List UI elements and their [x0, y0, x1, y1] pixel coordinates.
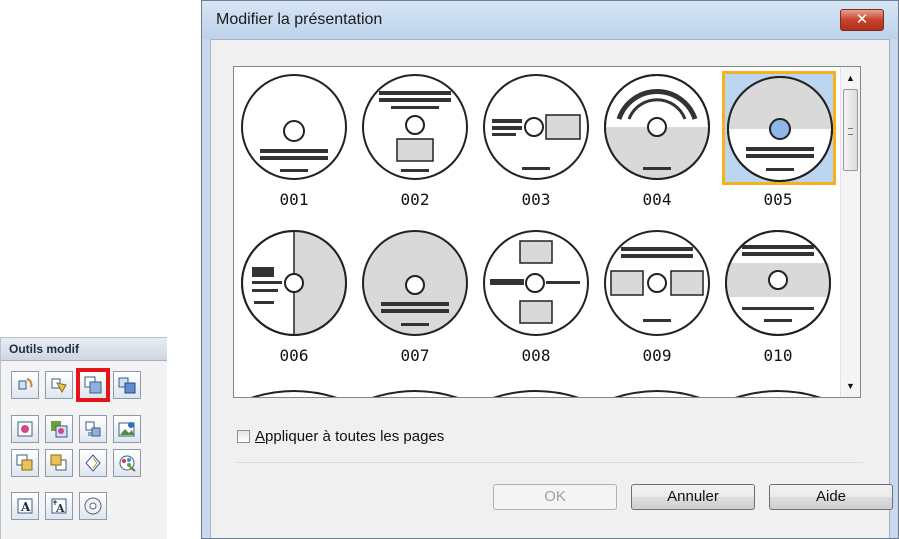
- layout-label: 003: [521, 190, 551, 209]
- scrollbar-thumb[interactable]: [843, 89, 858, 171]
- layout-item-004[interactable]: 004: [597, 67, 717, 217]
- layout-label: 008: [521, 346, 551, 365]
- image-icon[interactable]: [11, 415, 39, 443]
- scrollbar-grip-icon: [848, 128, 853, 135]
- layout-thumbnail: [724, 229, 832, 337]
- modify-layout-dialog: Modifier la présentation ✕ 001 002 003 0…: [201, 0, 899, 539]
- insert-image-icon[interactable]: [113, 415, 141, 443]
- svg-text:A: A: [20, 500, 31, 514]
- move-front-icon[interactable]: [11, 449, 39, 477]
- layout-item-003[interactable]: 003: [476, 67, 596, 217]
- disc-icon[interactable]: [79, 492, 107, 520]
- close-button[interactable]: ✕: [840, 9, 884, 31]
- palette-row-3: [11, 449, 141, 477]
- color-icon[interactable]: [113, 449, 141, 477]
- text-icon[interactable]: A: [11, 492, 39, 520]
- title-bar: Modifier la présentation ✕: [202, 1, 898, 39]
- layout-label: 004: [642, 190, 672, 209]
- layout-item-009[interactable]: 009: [597, 223, 717, 373]
- layout-label: 001: [279, 190, 309, 209]
- shape-icon[interactable]: [79, 449, 107, 477]
- layout-thumbnail: [603, 73, 711, 181]
- layout-label: 009: [642, 346, 672, 365]
- scroll-up-arrow-icon[interactable]: ▲: [841, 69, 860, 87]
- layout-item-008[interactable]: 008: [476, 223, 596, 373]
- layout-thumbnail: [240, 229, 348, 337]
- scroll-down-arrow-icon[interactable]: ▼: [841, 377, 860, 395]
- flip-tool-icon[interactable]: [45, 371, 73, 399]
- layout-label: 007: [400, 346, 430, 365]
- layout-list[interactable]: 001 002 003 004 005 006 007 008 009 010 …: [233, 66, 861, 398]
- apply-all-pages-label: Appliquer à toutes les pages: [255, 428, 445, 445]
- layout-thumbnail: [482, 229, 590, 337]
- palette-title: Outils modif: [1, 338, 167, 361]
- layout-item-010[interactable]: 010: [718, 223, 838, 373]
- vertical-text-icon[interactable]: A: [45, 492, 73, 520]
- layout-list-scrollbar[interactable]: ▲ ▼: [840, 67, 860, 397]
- layout-item-005[interactable]: 005: [718, 67, 838, 217]
- edit-tools-palette: Outils modif A A: [0, 337, 167, 539]
- svg-text:A: A: [55, 502, 65, 515]
- layout-label: 005: [763, 190, 793, 209]
- layout-thumbnail: [603, 229, 711, 337]
- change-layout-icon[interactable]: [76, 368, 110, 402]
- layout-item-006[interactable]: 006: [234, 223, 354, 373]
- layout-thumbnail: [361, 73, 469, 181]
- background-icon[interactable]: [45, 415, 73, 443]
- layout-thumbnail: [361, 229, 469, 337]
- layout-row-partial: [251, 390, 821, 397]
- separator: [235, 462, 863, 463]
- arrange-icon[interactable]: [79, 415, 107, 443]
- ok-button[interactable]: OK: [493, 484, 617, 510]
- dialog-body: 001 002 003 004 005 006 007 008 009 010 …: [210, 39, 893, 538]
- layout-front-icon[interactable]: [113, 371, 141, 399]
- rotate-tool-icon[interactable]: [11, 371, 39, 399]
- layout-thumbnail: [482, 73, 590, 181]
- layout-label: 006: [279, 346, 309, 365]
- help-button[interactable]: Aide: [769, 484, 893, 510]
- palette-row-2: [11, 415, 141, 443]
- layout-label: 010: [763, 346, 793, 365]
- layout-item-007[interactable]: 007: [355, 223, 475, 373]
- apply-all-pages-row[interactable]: Appliquer à toutes les pages: [237, 428, 444, 445]
- cancel-button[interactable]: Annuler: [631, 484, 755, 510]
- layout-label: 002: [400, 190, 430, 209]
- apply-all-pages-checkbox[interactable]: [237, 430, 250, 443]
- palette-row-4: A A: [11, 492, 107, 520]
- palette-row-1: [11, 368, 141, 402]
- layout-item-002[interactable]: 002: [355, 67, 475, 217]
- move-back-icon[interactable]: [45, 449, 73, 477]
- layout-thumbnail: [240, 73, 348, 181]
- layout-thumbnail-selected: [722, 71, 836, 185]
- layout-item-001[interactable]: 001: [234, 67, 354, 217]
- dialog-title: Modifier la présentation: [216, 11, 383, 28]
